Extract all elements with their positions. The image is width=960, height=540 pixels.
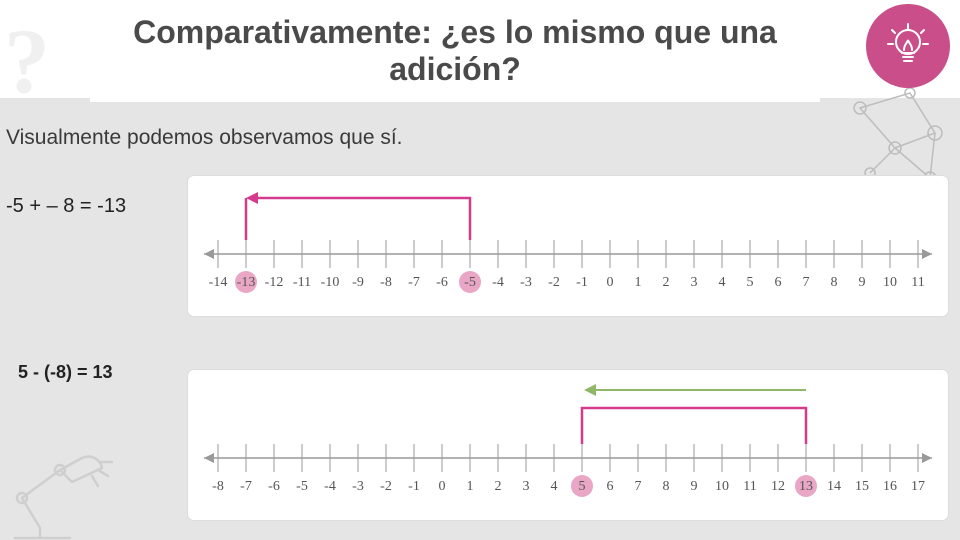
svg-text:-9: -9 <box>352 275 364 290</box>
svg-text:8: 8 <box>831 275 838 290</box>
svg-text:1: 1 <box>635 275 642 290</box>
svg-text:-2: -2 <box>380 479 392 494</box>
svg-text:-7: -7 <box>240 479 252 494</box>
equation-2: 5 - (-8) = 13 <box>18 362 113 383</box>
svg-text:14: 14 <box>827 479 841 494</box>
svg-text:15: 15 <box>855 479 869 494</box>
title-card: Comparativamente: ¿es lo mismo que una a… <box>90 0 820 102</box>
svg-text:-7: -7 <box>408 275 420 290</box>
svg-text:6: 6 <box>607 479 614 494</box>
svg-text:8: 8 <box>663 479 670 494</box>
svg-text:-8: -8 <box>380 275 392 290</box>
svg-text:0: 0 <box>607 275 614 290</box>
subtitle-text: Visualmente podemos observamos que sí. <box>6 126 403 150</box>
svg-text:5: 5 <box>747 275 754 290</box>
desk-lamp-icon <box>0 420 120 540</box>
svg-text:4: 4 <box>551 479 558 494</box>
svg-text:-11: -11 <box>293 275 311 290</box>
svg-text:-13: -13 <box>237 275 256 290</box>
svg-text:0: 0 <box>439 479 446 494</box>
svg-text:13: 13 <box>799 479 813 494</box>
svg-text:-1: -1 <box>408 479 420 494</box>
svg-text:-4: -4 <box>492 275 504 290</box>
svg-text:-12: -12 <box>265 275 284 290</box>
svg-text:-14: -14 <box>209 275 228 290</box>
question-mark-deco: ? <box>4 8 50 114</box>
svg-text:9: 9 <box>691 479 698 494</box>
svg-text:3: 3 <box>691 275 698 290</box>
bulb-badge <box>866 4 950 88</box>
svg-text:-4: -4 <box>324 479 336 494</box>
svg-text:7: 7 <box>635 479 642 494</box>
svg-text:17: 17 <box>911 479 925 494</box>
svg-text:10: 10 <box>883 275 897 290</box>
lightbulb-icon <box>882 20 934 72</box>
svg-text:-1: -1 <box>576 275 588 290</box>
svg-text:-3: -3 <box>520 275 532 290</box>
svg-text:-10: -10 <box>321 275 340 290</box>
svg-text:5: 5 <box>579 479 586 494</box>
svg-text:7: 7 <box>803 275 810 290</box>
svg-text:-5: -5 <box>296 479 308 494</box>
svg-text:10: 10 <box>715 479 729 494</box>
page-title: Comparativamente: ¿es lo mismo que una a… <box>90 14 820 88</box>
svg-text:6: 6 <box>775 275 782 290</box>
svg-text:-8: -8 <box>212 479 224 494</box>
number-line-2: -8-7-6-5-4-3-2-1012345678910111213141516… <box>188 370 948 520</box>
svg-text:-6: -6 <box>268 479 280 494</box>
svg-text:9: 9 <box>859 275 866 290</box>
svg-text:-2: -2 <box>548 275 560 290</box>
svg-text:-5: -5 <box>464 275 476 290</box>
svg-text:4: 4 <box>719 275 726 290</box>
svg-text:12: 12 <box>771 479 785 494</box>
svg-text:-3: -3 <box>352 479 364 494</box>
svg-text:2: 2 <box>663 275 670 290</box>
svg-text:16: 16 <box>883 479 897 494</box>
number-line-1: -14-13-12-11-10-9-8-7-6-5-4-3-2-10123456… <box>188 176 948 316</box>
svg-text:2: 2 <box>495 479 502 494</box>
equation-1: -5 + – 8 = -13 <box>6 195 126 218</box>
svg-text:3: 3 <box>523 479 530 494</box>
svg-text:11: 11 <box>743 479 756 494</box>
svg-text:1: 1 <box>467 479 474 494</box>
svg-text:-6: -6 <box>436 275 448 290</box>
svg-text:11: 11 <box>911 275 924 290</box>
